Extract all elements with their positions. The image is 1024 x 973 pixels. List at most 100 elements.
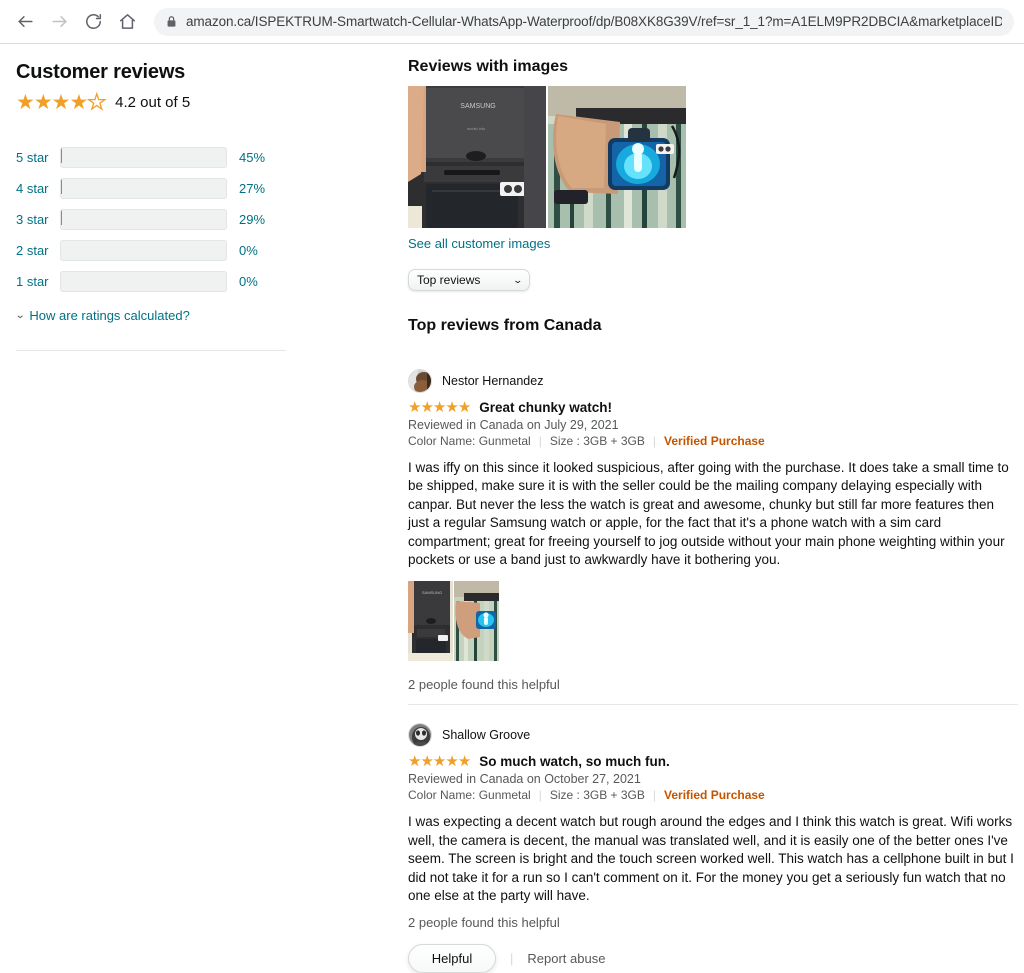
customer-image-1[interactable]: SAMSUNG model info xyxy=(408,86,546,228)
histogram-track[interactable] xyxy=(60,178,227,199)
how-ratings-calculated-link[interactable]: ⌄ How are ratings calculated? xyxy=(14,308,288,323)
avatar xyxy=(408,723,432,748)
review-color-name[interactable]: Color Name: Gunmetal xyxy=(408,788,531,802)
reload-button[interactable] xyxy=(78,7,108,37)
review-actions: Helpful | Report abuse xyxy=(408,944,1018,973)
review-size[interactable]: Size : 3GB + 3GB xyxy=(550,434,645,448)
customer-reviews-panel: Customer reviews ★ ★ ★ ★ ★ 4.2 out of 5 … xyxy=(14,60,288,351)
histogram-label[interactable]: 4 star xyxy=(16,178,60,199)
page-content: Customer reviews ★ ★ ★ ★ ★ 4.2 out of 5 … xyxy=(0,44,1024,973)
star-icon: ★ xyxy=(432,399,446,416)
histogram-percent[interactable]: 27% xyxy=(239,178,265,199)
histogram-track[interactable] xyxy=(60,209,227,230)
star-icon: ★ xyxy=(408,753,421,771)
histogram-label[interactable]: 3 star xyxy=(16,209,60,230)
verified-purchase-badge[interactable]: Verified Purchase xyxy=(664,434,765,448)
sort-reviews-value: Top reviews xyxy=(417,273,481,287)
histogram-track[interactable] xyxy=(60,240,227,261)
helpful-count: 2 people found this helpful xyxy=(408,677,560,693)
meta-separator: | xyxy=(538,788,542,803)
star-icon: ★ xyxy=(420,399,433,416)
average-stars[interactable]: ★ ★ ★ ★ ★ xyxy=(16,91,107,114)
helpful-button[interactable]: Helpful xyxy=(408,944,496,973)
star-icon: ★ xyxy=(457,399,471,416)
review-size[interactable]: Size : 3GB + 3GB xyxy=(550,788,645,802)
histogram-row-1star[interactable]: 1 star 0% xyxy=(16,271,288,292)
review-title[interactable]: So much watch, so much fun. xyxy=(479,754,670,769)
review-title[interactable]: Great chunky watch! xyxy=(479,400,612,415)
histogram-label[interactable]: 1 star xyxy=(16,271,60,292)
left-column-divider xyxy=(16,350,286,351)
star-icon: ★ xyxy=(420,753,433,771)
histogram-track[interactable] xyxy=(60,271,227,292)
verified-purchase-badge[interactable]: Verified Purchase xyxy=(664,788,765,802)
review-thumbnail-1[interactable]: SAMSUNG xyxy=(408,581,453,662)
reviews-with-images-title: Reviews with images xyxy=(408,58,569,75)
top-reviews-title: Top reviews from Canada xyxy=(408,317,602,334)
action-separator: | xyxy=(510,951,514,967)
address-bar[interactable]: amazon.ca/ISPEKTRUM-Smartwatch-Cellular-… xyxy=(154,7,1014,36)
review-body: I was expecting a decent watch but rough… xyxy=(408,814,1014,904)
review-color-name[interactable]: Color Name: Gunmetal xyxy=(408,434,531,448)
review-body: I was iffy on this since it looked suspi… xyxy=(408,460,1009,568)
histogram-percent[interactable]: 0% xyxy=(239,271,258,292)
average-rating-text: 4.2 out of 5 xyxy=(115,94,191,111)
histogram-percent[interactable]: 0% xyxy=(239,240,258,261)
histogram-row-2star[interactable]: 2 star 0% xyxy=(16,240,288,261)
review-date: Reviewed in Canada on October 27, 2021 xyxy=(408,772,641,787)
avatar xyxy=(408,369,432,393)
histogram-percent[interactable]: 29% xyxy=(239,209,265,230)
browser-toolbar: amazon.ca/ISPEKTRUM-Smartwatch-Cellular-… xyxy=(0,0,1024,44)
helpful-count: 2 people found this helpful xyxy=(408,915,560,931)
see-all-customer-images-link[interactable]: See all customer images xyxy=(408,236,1018,251)
histogram-row-3star[interactable]: 3 star 29% xyxy=(16,209,288,230)
star-icon: ★ xyxy=(457,753,471,771)
page-title: Customer reviews xyxy=(16,61,186,83)
histogram-fill xyxy=(61,179,62,194)
arrow-right-icon xyxy=(50,12,69,31)
home-button[interactable] xyxy=(112,7,142,37)
histogram-label[interactable]: 5 star xyxy=(16,147,60,168)
histogram-fill xyxy=(61,148,62,163)
star-icon: ★ xyxy=(51,91,71,114)
svg-text:model info: model info xyxy=(467,126,486,131)
meta-separator: | xyxy=(538,434,542,448)
star-icon: ★ xyxy=(445,753,458,771)
svg-text:SAMSUNG: SAMSUNG xyxy=(460,103,495,110)
histogram-fill xyxy=(61,210,62,225)
customer-image-2[interactable] xyxy=(548,86,686,228)
histogram-row-5star[interactable]: 5 star 45% xyxy=(16,147,288,168)
review-thumbnail-2[interactable] xyxy=(454,581,499,662)
reload-icon xyxy=(84,12,103,31)
review-date: Reviewed in Canada on July 29, 2021 xyxy=(408,418,619,432)
chevron-down-icon: ⌄ xyxy=(512,274,524,285)
report-abuse-link[interactable]: Report abuse xyxy=(527,951,605,966)
histogram-track[interactable] xyxy=(60,147,227,168)
review-heading[interactable]: ★ ★ ★ ★ ★ Great chunky watch! xyxy=(408,400,1018,415)
back-button[interactable] xyxy=(10,7,40,37)
reviewer-row[interactable]: Shallow Groove xyxy=(408,723,1018,748)
reviewer-row[interactable]: Nestor Hernandez xyxy=(408,369,1018,393)
review-stars: ★ ★ ★ ★ ★ xyxy=(408,753,471,771)
reviewer-name[interactable]: Shallow Groove xyxy=(442,728,530,742)
star-icon: ★ xyxy=(445,399,458,416)
review-variant-meta: Color Name: Gunmetal | Size : 3GB + 3GB … xyxy=(408,434,1018,448)
customer-images-strip: SAMSUNG model info xyxy=(408,86,1018,228)
url-text: amazon.ca/ISPEKTRUM-Smartwatch-Cellular-… xyxy=(186,14,1002,29)
histogram-row-4star[interactable]: 4 star 27% xyxy=(16,178,288,199)
meta-separator: | xyxy=(652,788,657,803)
review-heading[interactable]: ★ ★ ★ ★ ★ So much watch, so much fun. xyxy=(408,754,1018,769)
review-item: Shallow Groove ★ ★ ★ ★ ★ So much watch, … xyxy=(408,704,1018,973)
rating-histogram: 5 star 45% 4 star 27% 3 star 29% 2 star … xyxy=(16,147,288,292)
chevron-down-icon: ⌄ xyxy=(14,310,26,321)
sort-reviews-dropdown[interactable]: Top reviews ⌄ xyxy=(408,269,530,291)
review-item: Nestor Hernandez ★ ★ ★ ★ ★ Great chunky … xyxy=(408,351,1018,692)
reviewer-name[interactable]: Nestor Hernandez xyxy=(442,374,543,388)
forward-button[interactable] xyxy=(44,7,74,37)
reviews-main-column: Reviews with images SAMSUNG model info S… xyxy=(408,58,1018,973)
star-icon: ★ xyxy=(432,753,446,771)
histogram-label[interactable]: 2 star xyxy=(16,240,60,261)
star-icon: ★ xyxy=(69,91,88,114)
meta-separator: | xyxy=(652,434,657,448)
histogram-percent[interactable]: 45% xyxy=(239,147,265,168)
